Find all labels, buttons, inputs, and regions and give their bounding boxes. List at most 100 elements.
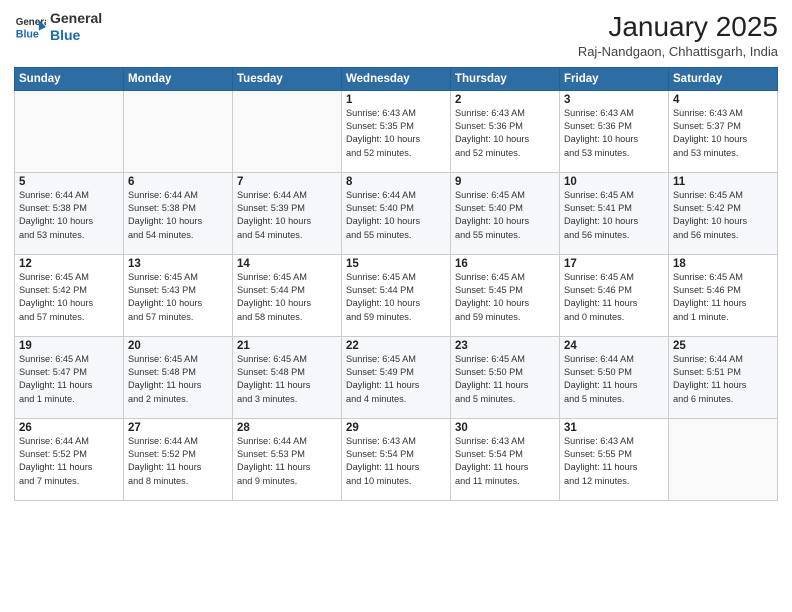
- calendar-table: SundayMondayTuesdayWednesdayThursdayFrid…: [14, 67, 778, 501]
- day-info: Sunrise: 6:45 AM Sunset: 5:46 PM Dayligh…: [673, 271, 773, 324]
- calendar-week-row: 1Sunrise: 6:43 AM Sunset: 5:35 PM Daylig…: [15, 90, 778, 172]
- weekday-header: Thursday: [451, 67, 560, 90]
- calendar-day-cell: 24Sunrise: 6:44 AM Sunset: 5:50 PM Dayli…: [560, 336, 669, 418]
- day-info: Sunrise: 6:45 AM Sunset: 5:45 PM Dayligh…: [455, 271, 555, 324]
- day-info: Sunrise: 6:45 AM Sunset: 5:48 PM Dayligh…: [237, 353, 337, 406]
- calendar-day-cell: 11Sunrise: 6:45 AM Sunset: 5:42 PM Dayli…: [669, 172, 778, 254]
- day-info: Sunrise: 6:44 AM Sunset: 5:52 PM Dayligh…: [128, 435, 228, 488]
- day-info: Sunrise: 6:43 AM Sunset: 5:54 PM Dayligh…: [455, 435, 555, 488]
- day-number: 1: [346, 94, 446, 106]
- day-info: Sunrise: 6:45 AM Sunset: 5:44 PM Dayligh…: [346, 271, 446, 324]
- day-number: 21: [237, 340, 337, 352]
- calendar-day-cell: 8Sunrise: 6:44 AM Sunset: 5:40 PM Daylig…: [342, 172, 451, 254]
- day-number: 25: [673, 340, 773, 352]
- day-info: Sunrise: 6:44 AM Sunset: 5:39 PM Dayligh…: [237, 189, 337, 242]
- weekday-header: Saturday: [669, 67, 778, 90]
- calendar-week-row: 12Sunrise: 6:45 AM Sunset: 5:42 PM Dayli…: [15, 254, 778, 336]
- calendar-day-cell: 22Sunrise: 6:45 AM Sunset: 5:49 PM Dayli…: [342, 336, 451, 418]
- calendar-day-cell: 4Sunrise: 6:43 AM Sunset: 5:37 PM Daylig…: [669, 90, 778, 172]
- day-number: 15: [346, 258, 446, 270]
- day-info: Sunrise: 6:45 AM Sunset: 5:44 PM Dayligh…: [237, 271, 337, 324]
- calendar-day-cell: 31Sunrise: 6:43 AM Sunset: 5:55 PM Dayli…: [560, 418, 669, 500]
- calendar-header-row: SundayMondayTuesdayWednesdayThursdayFrid…: [15, 67, 778, 90]
- calendar-day-cell: 30Sunrise: 6:43 AM Sunset: 5:54 PM Dayli…: [451, 418, 560, 500]
- day-number: 12: [19, 258, 119, 270]
- day-info: Sunrise: 6:45 AM Sunset: 5:47 PM Dayligh…: [19, 353, 119, 406]
- calendar-day-cell: 9Sunrise: 6:45 AM Sunset: 5:40 PM Daylig…: [451, 172, 560, 254]
- calendar-day-cell: [124, 90, 233, 172]
- day-info: Sunrise: 6:45 AM Sunset: 5:43 PM Dayligh…: [128, 271, 228, 324]
- title-block: January 2025 Raj-Nandgaon, Chhattisgarh,…: [578, 10, 778, 59]
- day-info: Sunrise: 6:45 AM Sunset: 5:42 PM Dayligh…: [19, 271, 119, 324]
- day-number: 30: [455, 422, 555, 434]
- day-info: Sunrise: 6:44 AM Sunset: 5:50 PM Dayligh…: [564, 353, 664, 406]
- day-number: 11: [673, 176, 773, 188]
- calendar-day-cell: 25Sunrise: 6:44 AM Sunset: 5:51 PM Dayli…: [669, 336, 778, 418]
- calendar-day-cell: 6Sunrise: 6:44 AM Sunset: 5:38 PM Daylig…: [124, 172, 233, 254]
- day-info: Sunrise: 6:44 AM Sunset: 5:51 PM Dayligh…: [673, 353, 773, 406]
- calendar-day-cell: 19Sunrise: 6:45 AM Sunset: 5:47 PM Dayli…: [15, 336, 124, 418]
- calendar-day-cell: 28Sunrise: 6:44 AM Sunset: 5:53 PM Dayli…: [233, 418, 342, 500]
- calendar-day-cell: 17Sunrise: 6:45 AM Sunset: 5:46 PM Dayli…: [560, 254, 669, 336]
- calendar-day-cell: 13Sunrise: 6:45 AM Sunset: 5:43 PM Dayli…: [124, 254, 233, 336]
- day-number: 19: [19, 340, 119, 352]
- day-info: Sunrise: 6:43 AM Sunset: 5:54 PM Dayligh…: [346, 435, 446, 488]
- day-info: Sunrise: 6:44 AM Sunset: 5:53 PM Dayligh…: [237, 435, 337, 488]
- calendar-title: January 2025: [578, 10, 778, 44]
- day-number: 9: [455, 176, 555, 188]
- day-number: 10: [564, 176, 664, 188]
- day-number: 2: [455, 94, 555, 106]
- page: General Blue General Blue January 2025 R…: [0, 0, 792, 612]
- calendar-day-cell: 16Sunrise: 6:45 AM Sunset: 5:45 PM Dayli…: [451, 254, 560, 336]
- day-number: 3: [564, 94, 664, 106]
- day-info: Sunrise: 6:43 AM Sunset: 5:35 PM Dayligh…: [346, 107, 446, 160]
- day-number: 29: [346, 422, 446, 434]
- calendar-day-cell: 5Sunrise: 6:44 AM Sunset: 5:38 PM Daylig…: [15, 172, 124, 254]
- day-info: Sunrise: 6:45 AM Sunset: 5:42 PM Dayligh…: [673, 189, 773, 242]
- day-number: 6: [128, 176, 228, 188]
- logo: General Blue General Blue: [14, 10, 102, 44]
- calendar-day-cell: 26Sunrise: 6:44 AM Sunset: 5:52 PM Dayli…: [15, 418, 124, 500]
- calendar-day-cell: [669, 418, 778, 500]
- header: General Blue General Blue January 2025 R…: [14, 10, 778, 59]
- day-number: 23: [455, 340, 555, 352]
- calendar-day-cell: 20Sunrise: 6:45 AM Sunset: 5:48 PM Dayli…: [124, 336, 233, 418]
- day-number: 4: [673, 94, 773, 106]
- logo-icon: General Blue: [14, 11, 46, 43]
- day-info: Sunrise: 6:45 AM Sunset: 5:41 PM Dayligh…: [564, 189, 664, 242]
- day-info: Sunrise: 6:45 AM Sunset: 5:49 PM Dayligh…: [346, 353, 446, 406]
- day-info: Sunrise: 6:44 AM Sunset: 5:52 PM Dayligh…: [19, 435, 119, 488]
- calendar-day-cell: [233, 90, 342, 172]
- day-number: 5: [19, 176, 119, 188]
- calendar-day-cell: 21Sunrise: 6:45 AM Sunset: 5:48 PM Dayli…: [233, 336, 342, 418]
- calendar-day-cell: 14Sunrise: 6:45 AM Sunset: 5:44 PM Dayli…: [233, 254, 342, 336]
- day-number: 16: [455, 258, 555, 270]
- calendar-day-cell: 29Sunrise: 6:43 AM Sunset: 5:54 PM Dayli…: [342, 418, 451, 500]
- day-info: Sunrise: 6:45 AM Sunset: 5:48 PM Dayligh…: [128, 353, 228, 406]
- calendar-day-cell: 12Sunrise: 6:45 AM Sunset: 5:42 PM Dayli…: [15, 254, 124, 336]
- logo-text: General Blue: [50, 10, 102, 44]
- day-number: 22: [346, 340, 446, 352]
- weekday-header: Wednesday: [342, 67, 451, 90]
- day-info: Sunrise: 6:45 AM Sunset: 5:40 PM Dayligh…: [455, 189, 555, 242]
- day-number: 26: [19, 422, 119, 434]
- day-info: Sunrise: 6:44 AM Sunset: 5:40 PM Dayligh…: [346, 189, 446, 242]
- calendar-week-row: 19Sunrise: 6:45 AM Sunset: 5:47 PM Dayli…: [15, 336, 778, 418]
- calendar-day-cell: 23Sunrise: 6:45 AM Sunset: 5:50 PM Dayli…: [451, 336, 560, 418]
- weekday-header: Tuesday: [233, 67, 342, 90]
- calendar-day-cell: 10Sunrise: 6:45 AM Sunset: 5:41 PM Dayli…: [560, 172, 669, 254]
- day-number: 8: [346, 176, 446, 188]
- day-info: Sunrise: 6:43 AM Sunset: 5:37 PM Dayligh…: [673, 107, 773, 160]
- calendar-day-cell: 15Sunrise: 6:45 AM Sunset: 5:44 PM Dayli…: [342, 254, 451, 336]
- calendar-subtitle: Raj-Nandgaon, Chhattisgarh, India: [578, 44, 778, 59]
- day-number: 18: [673, 258, 773, 270]
- calendar-day-cell: 7Sunrise: 6:44 AM Sunset: 5:39 PM Daylig…: [233, 172, 342, 254]
- day-info: Sunrise: 6:43 AM Sunset: 5:36 PM Dayligh…: [455, 107, 555, 160]
- day-info: Sunrise: 6:43 AM Sunset: 5:55 PM Dayligh…: [564, 435, 664, 488]
- calendar-day-cell: 3Sunrise: 6:43 AM Sunset: 5:36 PM Daylig…: [560, 90, 669, 172]
- weekday-header: Sunday: [15, 67, 124, 90]
- calendar-day-cell: 18Sunrise: 6:45 AM Sunset: 5:46 PM Dayli…: [669, 254, 778, 336]
- calendar-week-row: 26Sunrise: 6:44 AM Sunset: 5:52 PM Dayli…: [15, 418, 778, 500]
- day-number: 17: [564, 258, 664, 270]
- calendar-day-cell: 1Sunrise: 6:43 AM Sunset: 5:35 PM Daylig…: [342, 90, 451, 172]
